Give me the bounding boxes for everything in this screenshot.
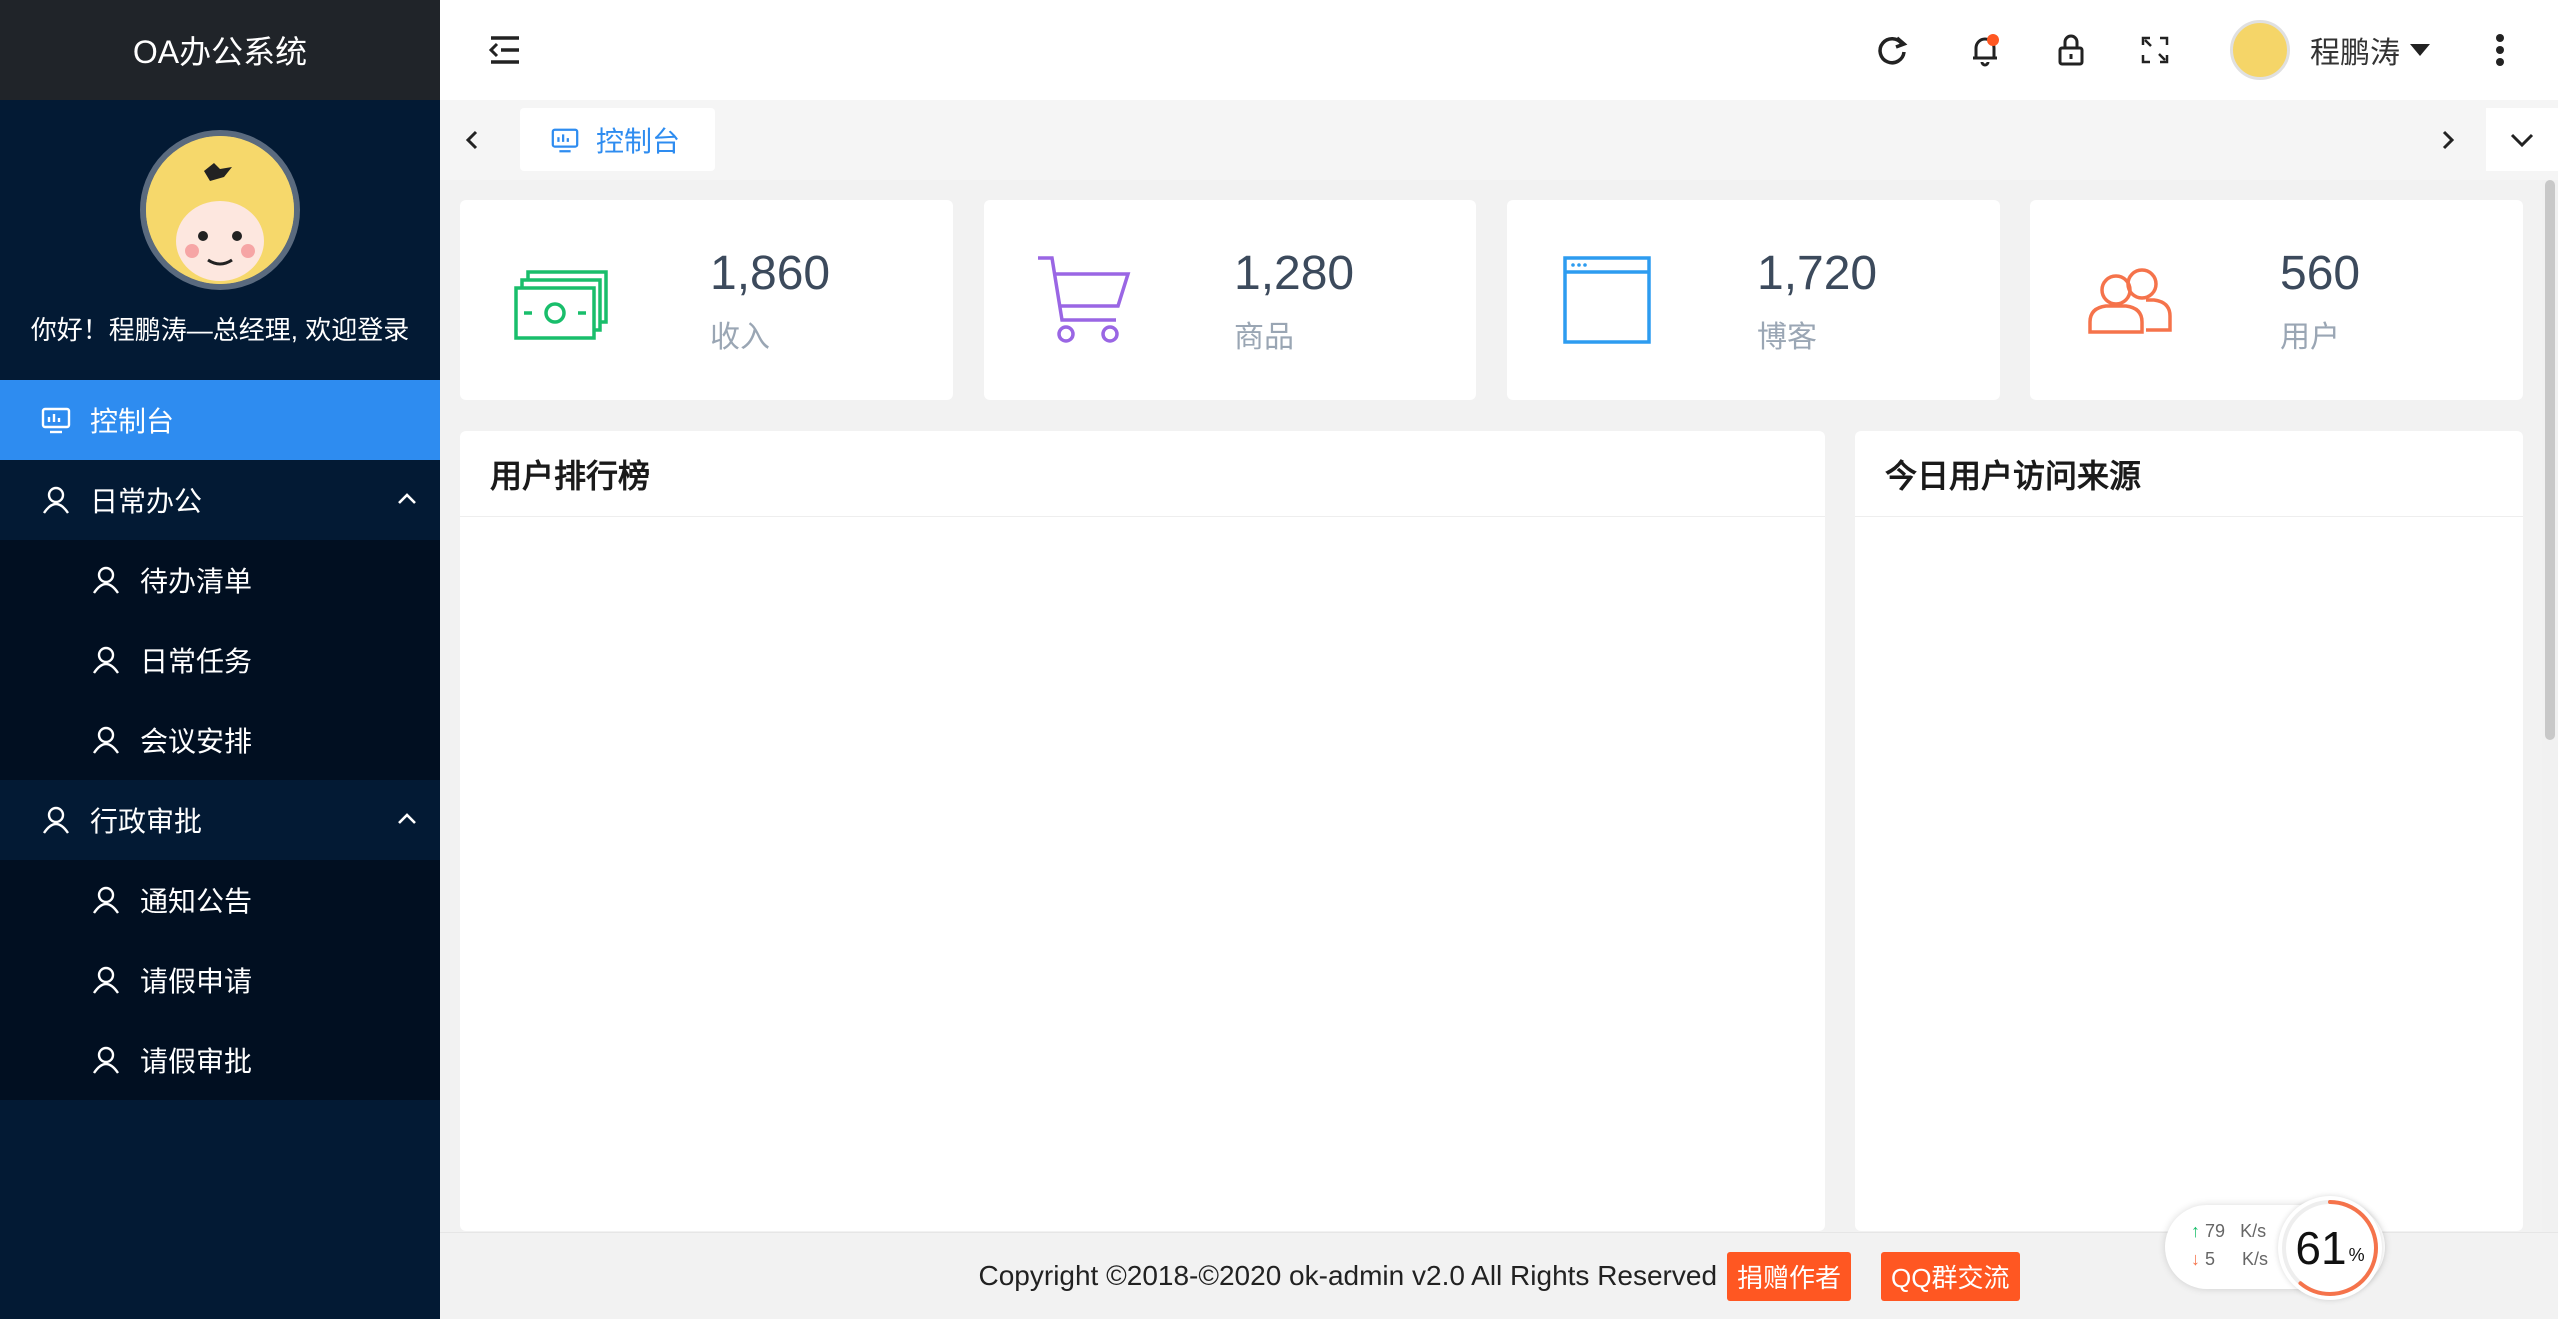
sidebar-item-label: 控制台 [90,406,175,437]
sidebar-item-label: 会议安排 [140,726,253,757]
money-icon [510,250,610,350]
sidebar-item-label: 日常办公 [90,486,203,517]
memory-usage-gauge: 61% [2278,1196,2382,1300]
user-icon [40,804,72,836]
chevron-up-icon [394,486,420,512]
tab-menu-button[interactable] [2486,108,2558,171]
stat-label: 用户 [2280,321,2340,354]
user-ranking-panel: 用户排行榜 [460,431,1825,1231]
tab-bar: 控制台 [440,100,2558,180]
qq-group-button[interactable]: QQ群交流 [1881,1251,2020,1301]
refresh-icon[interactable] [1872,30,1912,70]
sidebar-item-label: 日常任务 [140,646,253,677]
user-icon [90,964,122,996]
stat-value: 560 [2280,247,2361,300]
users-icon [2080,250,2180,350]
sidebar-item-label: 请假申请 [140,966,253,997]
upload-speed-value: 79 [2205,1221,2226,1241]
upload-speed: ↑ 79 K/s [2191,1221,2266,1242]
tab-scroll-left-icon[interactable] [452,120,492,160]
stat-card-blogs: 1,720 博客 [1507,200,2000,400]
sidebar-item-console[interactable]: 控制台 [0,380,440,460]
sidebar-user-panel: 你好！程鹏涛—总经理, 欢迎登录 [0,100,440,380]
sidebar-item-leave-approval[interactable]: 请假审批 [0,1020,440,1100]
sidebar-item-todo-list[interactable]: 待办清单 [0,540,440,620]
chevron-up-icon [394,806,420,832]
avatar[interactable] [140,130,300,290]
tab-scroll-right-icon[interactable] [2428,120,2468,160]
stat-value: 1,860 [710,247,831,300]
speed-unit: K/s [2242,1249,2269,1269]
gauge-percent-sign: % [2348,1244,2365,1265]
sidebar-item-label: 通知公告 [140,886,253,917]
greeting-text: 你好！程鹏涛—总经理, 欢迎登录 [30,315,410,345]
gauge-percent: 61 [2295,1222,2347,1274]
arrow-up-icon: ↑ [2191,1221,2200,1241]
user-icon [40,484,72,516]
download-speed: ↓ 5 K/s [2191,1249,2268,1270]
monitor-icon [550,125,580,155]
tab-label: 控制台 [596,125,681,157]
user-icon [90,884,122,916]
copyright-text: Copyright ©2018-©2020 ok-admin v2.0 All … [978,1260,1718,1291]
sidebar-item-label: 请假审批 [140,1046,253,1077]
more-vertical-icon[interactable] [2480,30,2520,70]
panel-title: 今日用户访问来源 [1855,431,2523,517]
user-icon [90,724,122,756]
avatar[interactable] [2230,20,2290,80]
stat-value: 1,280 [1234,247,1355,300]
sidebar-item-daily-office[interactable]: 日常办公 [0,460,440,540]
stat-label: 收入 [710,321,770,354]
sidebar: OA办公系统 你好！程鹏涛—总经理, 欢迎登录 控制台 日常办公 待办清单 日常… [0,0,440,1319]
stat-value: 1,720 [1757,247,1878,300]
stat-card-income: 1,860 收入 [460,200,953,400]
panel-title: 用户排行榜 [460,431,1825,517]
scrollbar-thumb[interactable] [2545,180,2555,740]
chevron-down-icon [2507,125,2537,155]
lock-icon[interactable] [2051,30,2091,70]
stat-card-users: 560 用户 [2030,200,2523,400]
app-logo-title: OA办公系统 [0,0,440,100]
sidebar-item-leave-request[interactable]: 请假申请 [0,940,440,1020]
speed-unit: K/s [2240,1221,2267,1241]
arrow-down-icon: ↓ [2191,1249,2200,1269]
top-header: 程鹏涛 [440,0,2558,100]
user-menu[interactable]: 程鹏涛 [2230,20,2430,80]
stat-label: 博客 [1757,321,1817,354]
monitor-icon [40,404,72,436]
user-name: 程鹏涛 [2310,37,2400,70]
user-icon [90,1044,122,1076]
bell-icon[interactable] [1965,30,2005,70]
tab-console[interactable]: 控制台 [520,108,715,171]
stat-card-products: 1,280 商品 [984,200,1476,400]
sidebar-item-meetings[interactable]: 会议安排 [0,700,440,780]
menu-collapse-icon[interactable] [485,30,525,70]
donate-button[interactable]: 捐赠作者 [1727,1251,1852,1301]
sidebar-item-daily-tasks[interactable]: 日常任务 [0,620,440,700]
user-icon [90,564,122,596]
cart-icon [1034,250,1134,350]
stat-label: 商品 [1234,321,1294,354]
caret-down-icon [2410,44,2430,56]
download-speed-value: 5 [2205,1249,2216,1269]
visit-sources-panel: 今日用户访问来源 [1855,431,2523,1231]
user-icon [90,644,122,676]
sidebar-item-admin-approval[interactable]: 行政审批 [0,780,440,860]
sidebar-item-notices[interactable]: 通知公告 [0,860,440,940]
fullscreen-icon[interactable] [2135,30,2175,70]
sidebar-item-label: 行政审批 [90,806,203,837]
browser-window-icon [1557,250,1657,350]
scrollbar[interactable] [2542,180,2558,1232]
sidebar-item-label: 待办清单 [140,566,253,597]
